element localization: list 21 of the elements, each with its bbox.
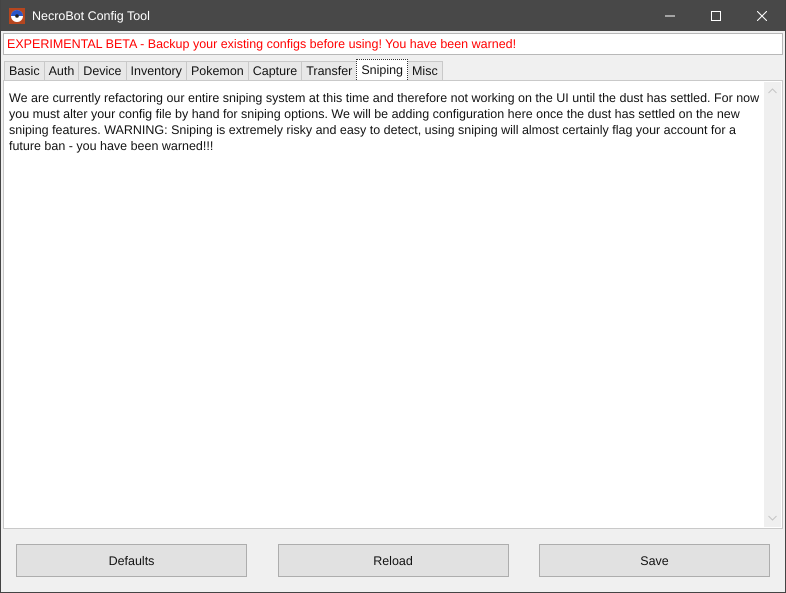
action-button[interactable]: Defaults [16,544,247,577]
tab[interactable]: Device [78,61,127,80]
scrollbar[interactable] [764,82,781,527]
tab[interactable]: Basic [4,61,45,80]
app-icon [9,8,25,24]
tab[interactable]: Sniping [356,59,408,80]
scroll-down-icon [768,515,777,521]
tab[interactable]: Transfer [301,61,358,80]
tab[interactable]: Capture [248,61,302,80]
tab[interactable]: Pokemon [186,61,249,80]
maximize-icon [711,10,721,20]
window-title: NecroBot Config Tool [32,8,151,22]
warning-field[interactable]: EXPERIMENTAL BETA - Backup your existing configs before using! You have been warned! [3,33,783,55]
action-button[interactable]: Reload [278,544,508,577]
tab[interactable]: Misc [407,61,443,80]
action-button[interactable]: Save [539,544,770,577]
close-icon [757,10,767,20]
tab[interactable]: Auth [44,61,80,80]
tab[interactable]: Inventory [126,61,187,80]
scroll-up-icon [768,88,777,94]
message-text: We are currently refactoring our entire sniping system at this time and therefore not working on the UI until the dust has settled. For now you must alter your config file by hand for sniping options. We will be adding configuration here once the dust has settled on the new sniping features. WARNING: Sniping is extremely risky and easy to detect, using sniping will almost certainly flag your account for a future ban - you have been warned!!! [8,90,760,155]
